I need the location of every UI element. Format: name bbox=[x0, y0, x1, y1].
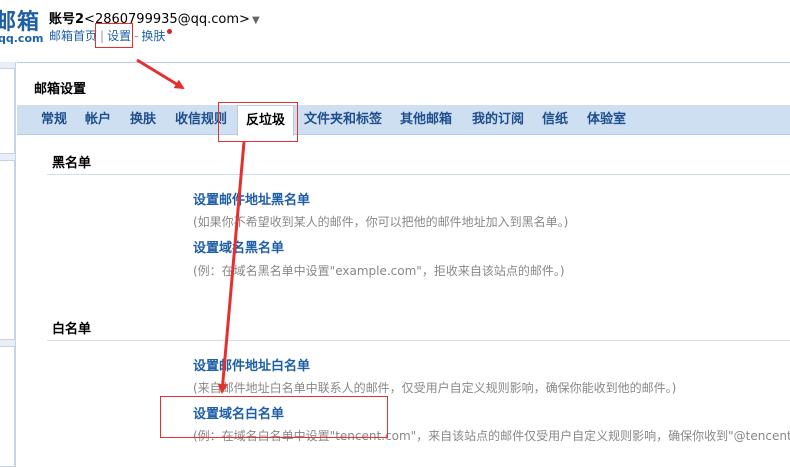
whitelist-address-link[interactable]: 设置邮件地址白名单 bbox=[193, 355, 310, 374]
tab-stationery[interactable]: 信纸 bbox=[542, 105, 568, 135]
account-info: 账号2<2860799935@qq.com> ▼ bbox=[49, 8, 260, 27]
tab-subscriptions[interactable]: 我的订阅 bbox=[472, 105, 524, 135]
blacklist-address-desc: (如果你不希望收到某人的邮件，你可以把他的邮件地址加入到黑名单。) bbox=[193, 215, 569, 229]
screen: 邮箱 qq.com 账号2<2860799935@qq.com> ▼ 邮箱首页 | 设… bbox=[0, 0, 790, 467]
whitelist-divider bbox=[47, 340, 790, 341]
account-name: 账号2 bbox=[49, 12, 85, 27]
whitelist-domain-link[interactable]: 设置域名白名单 bbox=[193, 403, 284, 422]
tab-account[interactable]: 帐户 bbox=[85, 105, 111, 135]
tab-other-mailboxes[interactable]: 其他邮箱 bbox=[400, 105, 452, 135]
caret-down-icon[interactable]: ▼ bbox=[252, 15, 260, 26]
tab-lab[interactable]: 体验室 bbox=[587, 105, 626, 135]
mail-logo-domain: qq.com bbox=[0, 32, 44, 45]
settings-tabs: 常规 帐户 换肤 收信规则 反垃圾 文件夹和标签 其他邮箱 我的订阅 信纸 体验… bbox=[17, 105, 790, 136]
settings-link[interactable]: 设置 bbox=[107, 29, 131, 43]
blacklist-domain-link[interactable]: 设置域名黑名单 bbox=[193, 237, 284, 256]
top-header: 邮箱 qq.com 账号2<2860799935@qq.com> ▼ 邮箱首页 | 设… bbox=[0, 0, 790, 62]
settings-panel: 邮箱设置 常规 帐户 换肤 收信规则 反垃圾 文件夹和标签 其他邮箱 我的订阅 … bbox=[17, 62, 790, 467]
new-dot-icon bbox=[167, 29, 173, 34]
tab-general[interactable]: 常规 bbox=[41, 105, 67, 135]
sidebar-panel-bottom bbox=[0, 346, 15, 467]
tab-skin[interactable]: 换肤 bbox=[130, 105, 156, 135]
blacklist-domain-desc: (例：在域名黑名单中设置"example.com"，拒收来自该站点的邮件。) bbox=[193, 264, 565, 278]
blacklist-address-link[interactable]: 设置邮件地址黑名单 bbox=[193, 189, 310, 208]
whitelist-title: 白名单 bbox=[52, 322, 92, 337]
tab-folders-labels[interactable]: 文件夹和标签 bbox=[304, 105, 382, 135]
account-email: <2860799935@qq.com> bbox=[84, 12, 250, 27]
sidebar-panel-top bbox=[0, 68, 15, 154]
tab-mail-rules[interactable]: 收信规则 bbox=[175, 105, 227, 135]
skin-link[interactable]: 换肤 bbox=[141, 29, 165, 43]
page-title: 邮箱设置 bbox=[34, 82, 87, 97]
mail-home-link[interactable]: 邮箱首页 bbox=[49, 29, 97, 43]
sidebar-panel-middle bbox=[0, 160, 15, 340]
blacklist-title: 黑名单 bbox=[52, 156, 92, 171]
whitelist-address-desc: (来自邮件地址白名单中联系人的邮件，仅受用户自定义规则影响，确保你能收到他的邮件… bbox=[193, 381, 677, 395]
tab-anti-spam[interactable]: 反垃圾 bbox=[237, 105, 295, 136]
blacklist-divider bbox=[47, 174, 790, 175]
top-links: 邮箱首页 | 设置 - 换肤 bbox=[49, 27, 173, 44]
whitelist-domain-desc: (例：在域名白名单中设置"tencent.com"，来自该站点的邮件仅受用户自定… bbox=[193, 429, 790, 443]
link-separator: | bbox=[100, 29, 105, 43]
link-dash: - bbox=[134, 29, 139, 43]
